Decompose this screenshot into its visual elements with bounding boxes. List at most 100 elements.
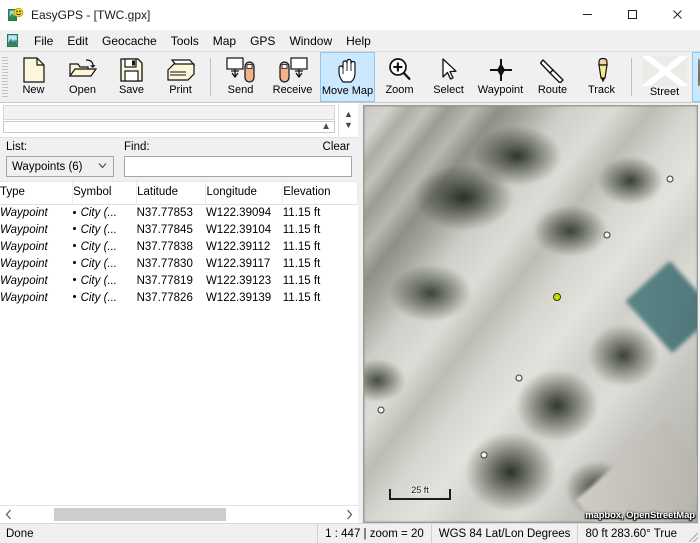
open-button[interactable]: Open: [58, 52, 107, 102]
menu-item-help[interactable]: Help: [339, 32, 378, 50]
find-input[interactable]: [124, 156, 352, 177]
list-dropdown[interactable]: Waypoints (6): [6, 156, 114, 177]
map-scale-bar: 25 ft: [389, 485, 451, 500]
chevron-up-icon[interactable]: ▲: [344, 109, 353, 120]
list-label: List:: [6, 141, 28, 153]
cell-symbol-text: City (...: [80, 274, 117, 287]
print-button[interactable]: Print: [156, 52, 205, 102]
find-group: Find: Clear: [124, 141, 352, 177]
menu-item-gps[interactable]: GPS: [243, 32, 282, 50]
cell-symbol-text: City (...: [80, 240, 117, 253]
cell-symbol: City (...: [72, 255, 137, 272]
clear-button[interactable]: Clear: [323, 141, 352, 156]
menu-item-map[interactable]: Map: [206, 32, 243, 50]
column-header-symbol[interactable]: Symbol: [72, 182, 138, 205]
track-button[interactable]: Track: [577, 52, 626, 102]
column-header-type[interactable]: Type: [0, 182, 74, 205]
save-button[interactable]: Save: [107, 52, 156, 102]
waypoint-button-label: Waypoint: [477, 84, 524, 96]
chevron-up-icon[interactable]: ▲: [321, 122, 331, 132]
cell-symbol: City (...: [72, 204, 137, 221]
waypoint-marker-3[interactable]: [553, 293, 562, 302]
status-bar: Done 1 : 447 | zoom = 20 WGS 84 Lat/Lon …: [0, 523, 700, 543]
table-row[interactable]: Waypoint City (... N37.77830 W122.39117 …: [0, 255, 358, 272]
find-label: Find:: [124, 141, 150, 153]
cell-symbol: City (...: [72, 238, 137, 255]
send-to-gps-icon: [224, 56, 258, 84]
menu-item-file[interactable]: File: [27, 32, 60, 50]
move-map-button[interactable]: Move Map: [320, 52, 375, 102]
cell-type: Waypoint: [0, 257, 48, 270]
cell-type: Waypoint: [0, 274, 48, 287]
detail-panel-field[interactable]: ▲: [3, 121, 335, 133]
window-controls: [565, 0, 700, 30]
easygps-window: EasyGPS - [TWC.gpx] File Edit Geocache T…: [0, 0, 700, 543]
track-button-label: Track: [587, 84, 616, 96]
waypoint-marker-1[interactable]: [666, 175, 674, 183]
toolbar-drag-handle[interactable]: [2, 57, 8, 97]
cell-symbol-text: City (...: [80, 257, 117, 270]
table-row[interactable]: Waypoint City (... N37.77826 W122.39139 …: [0, 289, 358, 306]
chevron-down-icon[interactable]: ▼: [344, 120, 353, 131]
new-button[interactable]: New: [9, 52, 58, 102]
map-view[interactable]: 25 ft mapbox, OpenStreetMap: [363, 105, 698, 523]
find-header: Find: Clear: [124, 141, 352, 156]
table-row[interactable]: Waypoint City (... N37.77853 W122.39094 …: [0, 204, 358, 221]
arrow-cursor-icon: [432, 56, 466, 84]
maximize-button[interactable]: [610, 0, 655, 30]
resize-grip-icon[interactable]: [684, 524, 700, 543]
symbol-dot-icon: [72, 210, 76, 214]
menu-item-tools[interactable]: Tools: [164, 32, 206, 50]
cell-longitude: W122.39112: [205, 240, 271, 253]
document-map-icon: [6, 33, 21, 48]
detail-panel-collapsed: ▲ ▲ ▼: [0, 103, 358, 137]
column-header-elevation[interactable]: Elevation: [282, 182, 358, 205]
hand-icon: [331, 57, 365, 85]
column-header-latitude[interactable]: Latitude: [136, 182, 207, 205]
save-button-label: Save: [118, 84, 145, 96]
waypoint-marker-4[interactable]: [515, 374, 523, 382]
waypoint-button[interactable]: Waypoint: [473, 52, 528, 102]
map-attribution: mapbox, OpenStreetMap: [585, 510, 695, 521]
menu-item-geocache[interactable]: Geocache: [95, 32, 164, 50]
list-selector-group: List: Waypoints (6): [6, 141, 114, 177]
menu-item-edit[interactable]: Edit: [60, 32, 95, 50]
list-find-bar: List: Waypoints (6) Find: Clear: [0, 137, 358, 181]
receive-button[interactable]: Receive: [265, 52, 320, 102]
cell-latitude: N37.77838: [136, 240, 193, 253]
map-scale-label: 25 ft: [411, 485, 429, 495]
aerial-view-button[interactable]: Aerial: [692, 52, 700, 102]
table-row[interactable]: Waypoint City (... N37.77845 W122.39104 …: [0, 221, 358, 238]
menu-bar: File Edit Geocache Tools Map GPS Window …: [0, 30, 700, 51]
column-header-longitude[interactable]: Longitude: [205, 182, 284, 205]
zoom-button[interactable]: Zoom: [375, 52, 424, 102]
waypoint-marker-5[interactable]: [377, 406, 385, 414]
waypoint-marker-6[interactable]: [480, 451, 488, 459]
scroll-right-arrow-icon[interactable]: [341, 509, 358, 520]
scrollbar-thumb[interactable]: [54, 508, 226, 521]
scrollbar-track[interactable]: [17, 506, 341, 523]
select-button[interactable]: Select: [424, 52, 473, 102]
cell-elevation: 11.15 ft: [282, 291, 321, 304]
cell-elevation: 11.15 ft: [282, 240, 321, 253]
scroll-left-arrow-icon[interactable]: [0, 509, 17, 520]
floppy-disk-icon: [115, 56, 149, 84]
menu-item-window[interactable]: Window: [282, 32, 339, 50]
table-row[interactable]: Waypoint City (... N37.77838 W122.39112 …: [0, 238, 358, 255]
list-dropdown-value: Waypoints (6): [12, 160, 83, 173]
cell-symbol-text: City (...: [80, 206, 117, 219]
list-horizontal-scrollbar[interactable]: [0, 505, 358, 523]
close-button[interactable]: [655, 0, 700, 30]
table-row[interactable]: Waypoint City (... N37.77819 W122.39123 …: [0, 272, 358, 289]
cell-type: Waypoint: [0, 240, 48, 253]
toolbar-separator-1: [210, 58, 211, 96]
cell-symbol: City (...: [72, 272, 137, 289]
new-document-icon: [17, 56, 51, 84]
waypoint-table-container: Type Symbol Latitude Longitude Elevation…: [0, 181, 358, 505]
send-button[interactable]: Send: [216, 52, 265, 102]
route-button[interactable]: Route: [528, 52, 577, 102]
minimize-button[interactable]: [565, 0, 610, 30]
street-view-button[interactable]: Street: [637, 52, 692, 102]
waypoint-marker-2[interactable]: [603, 231, 611, 239]
detail-panel-spinner[interactable]: ▲ ▼: [338, 103, 358, 137]
